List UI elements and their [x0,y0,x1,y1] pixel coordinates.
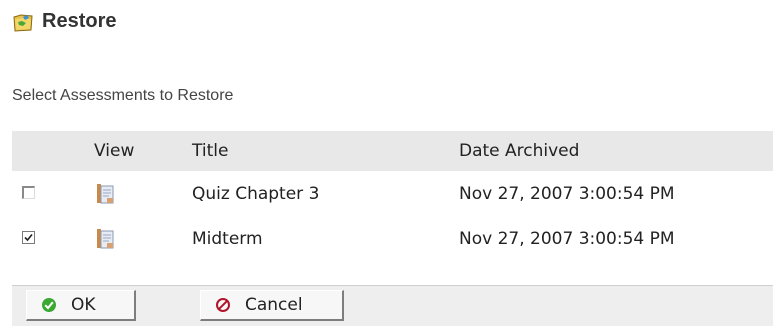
view-document-icon[interactable] [94,227,116,251]
page-title: Restore [42,10,117,32]
instruction-text: Select Assessments to Restore [12,87,234,104]
cancel-button[interactable]: Cancel [200,290,344,321]
date-archived: Nov 27, 2007 3:00:54 PM [459,228,675,249]
ok-button-label: OK [71,295,96,315]
restore-folder-icon [13,13,33,32]
checkmark-icon [24,233,33,241]
ok-button[interactable]: OK [26,290,136,321]
column-header-date-archived: Date Archived [459,141,580,161]
page-header: Restore [12,10,116,33]
select-checkbox[interactable] [22,230,35,244]
table-row: Midterm Nov 27, 2007 3:00:54 PM [12,216,773,261]
button-bar: OK Cancel [12,285,773,326]
assessment-title: Quiz Chapter 3 [192,183,320,204]
date-archived: Nov 27, 2007 3:00:54 PM [459,183,675,204]
column-header-title: Title [192,141,229,161]
column-header-view: View [94,141,135,161]
assessments-table: View Title Date Archived Quiz Chapter 3 [12,131,773,261]
table-row: Quiz Chapter 3 Nov 27, 2007 3:00:54 PM [12,171,773,216]
select-checkbox[interactable] [22,185,35,199]
cancel-icon [216,298,230,312]
table-header-row: View Title Date Archived [12,131,773,171]
cancel-button-label: Cancel [245,295,303,315]
view-document-icon[interactable] [94,182,116,206]
assessment-title: Midterm [192,228,263,249]
check-circle-icon [42,298,56,312]
select-column-header [12,131,93,171]
